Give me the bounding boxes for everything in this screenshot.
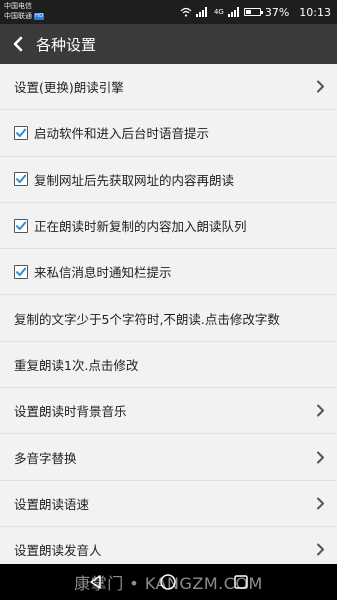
settings-item-label: 正在朗读时新复制的内容加入朗读队列 <box>34 219 247 235</box>
settings-item[interactable]: 设置朗读语速 <box>0 480 337 527</box>
settings-item[interactable]: 正在朗读时新复制的内容加入朗读队列 <box>0 202 337 250</box>
signal-icon <box>195 7 210 17</box>
checkmark-icon <box>16 174 27 184</box>
settings-item-label: 设置朗读语速 <box>14 496 90 512</box>
settings-item-label: 复制网址后先获取网址的内容再朗读 <box>34 172 235 188</box>
settings-item-label: 启动软件和进入后台时语音提示 <box>34 126 210 142</box>
triangle-back-icon <box>90 575 101 589</box>
nav-recents-button[interactable] <box>231 572 251 592</box>
network-type: 4G <box>213 8 224 16</box>
checkmark-icon <box>16 128 27 137</box>
nav-home-button[interactable] <box>158 572 178 592</box>
settings-item-label: 来私信消息时通知栏提示 <box>34 265 172 281</box>
battery-percent: 37% <box>264 5 290 19</box>
checkmark-icon <box>16 221 27 230</box>
app-bar: 各种设置 <box>0 24 337 64</box>
settings-list: 设置(更换)朗读引擎启动软件和进入后台时语音提示复制网址后先获取网址的内容再朗读… <box>0 64 337 574</box>
settings-item[interactable]: 复制网址后先获取网址的内容再朗读 <box>0 156 337 203</box>
signal-icon-2 <box>227 7 240 17</box>
settings-item-label: 设置朗读时背景音乐 <box>14 404 127 420</box>
battery-icon <box>243 8 263 16</box>
settings-item-label: 多音字替换 <box>14 450 77 466</box>
chevron-right-icon <box>313 80 327 94</box>
checkbox[interactable] <box>14 125 28 140</box>
carrier-2: 中国联通 <box>4 12 32 20</box>
checkbox[interactable] <box>14 264 28 279</box>
wifi-icon <box>180 7 192 17</box>
settings-item-label: 设置朗读发音人 <box>14 543 102 559</box>
chevron-right-icon <box>313 543 327 557</box>
chevron-left-icon <box>13 36 23 52</box>
checkmark-icon <box>16 267 27 276</box>
nav-back-button[interactable] <box>86 572 106 592</box>
chevron-right-icon <box>313 450 327 464</box>
chevron-right-icon <box>313 496 327 510</box>
settings-item[interactable]: 多音字替换 <box>0 434 337 481</box>
settings-item[interactable]: 设置朗读时背景音乐 <box>0 388 337 435</box>
settings-item-label: 重复朗读1次.点击修改 <box>14 357 139 373</box>
carrier-1: 中国电信 <box>4 2 32 10</box>
circle-home-icon <box>160 574 177 590</box>
settings-item[interactable]: 启动软件和进入后台时语音提示 <box>0 110 337 157</box>
settings-item[interactable]: 重复朗读1次.点击修改 <box>0 341 337 389</box>
square-recents-icon <box>234 575 248 589</box>
hd-badge: HD <box>34 12 45 20</box>
settings-item-label: 复制的文字少于5个字符时,不朗读.点击修改字数 <box>14 311 280 327</box>
back-button[interactable] <box>0 24 36 64</box>
navigation-bar <box>0 564 337 600</box>
settings-item[interactable]: 复制的文字少于5个字符时,不朗读.点击修改字数 <box>0 295 337 342</box>
settings-item[interactable]: 设置(更换)朗读引擎 <box>0 64 337 111</box>
clock: 10:13 <box>299 5 331 19</box>
status-right: 4G 37% 10:13 <box>180 4 331 20</box>
checkbox[interactable] <box>14 172 28 187</box>
checkbox[interactable] <box>14 218 28 233</box>
chevron-right-icon <box>313 404 327 418</box>
battery-fill <box>245 10 251 14</box>
carrier-info: 中国电信 中国联通 HD <box>4 1 45 21</box>
settings-item[interactable]: 来私信消息时通知栏提示 <box>0 249 337 296</box>
status-bar: 中国电信 中国联通 HD 4G 37% 10:13 <box>0 0 337 24</box>
settings-item-label: 设置(更换)朗读引擎 <box>14 80 124 96</box>
page-title: 各种设置 <box>36 35 97 54</box>
